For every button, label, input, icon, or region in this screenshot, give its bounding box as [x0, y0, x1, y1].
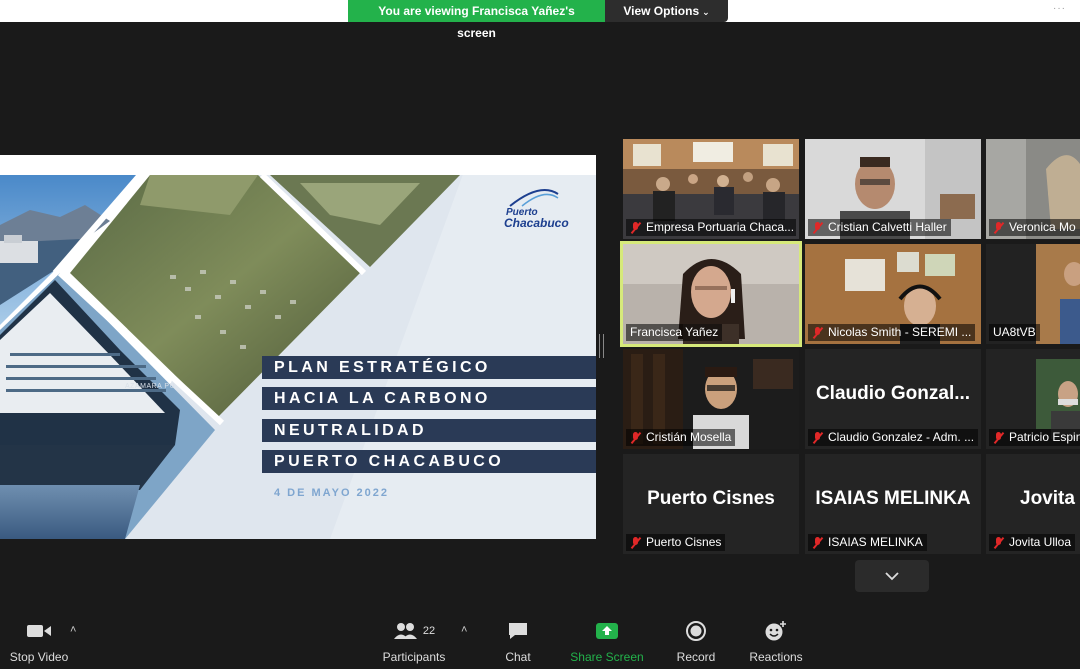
participant-tile-active-speaker[interactable]: Francisca Yañez	[620, 241, 802, 347]
mic-muted-icon	[630, 431, 641, 444]
participants-options-chevron-up-icon[interactable]: ˄	[461, 624, 467, 636]
slide-title-line-1: PLAN ESTRATÉGICO	[262, 356, 596, 379]
stop-video-label: Stop Video	[9, 650, 69, 664]
participant-name: Jovita Ulloa	[989, 534, 1076, 551]
participant-tile[interactable]: Puerto Cisnes Puerto Cisnes	[623, 454, 799, 554]
participant-tile[interactable]: Cristián Mosella	[623, 349, 799, 449]
participant-display-name: Jovita	[1020, 488, 1075, 509]
reactions-label: Reactions	[749, 650, 803, 664]
mic-muted-icon	[993, 431, 1004, 444]
participants-label: Participants	[382, 650, 446, 664]
participants-button[interactable]: 22 Participants	[378, 618, 450, 669]
screen-share-banner: You are viewing Francisca Yañez's screen…	[348, 0, 728, 40]
chat-button[interactable]: Chat	[496, 618, 540, 669]
participant-display-name: Puerto Cisnes	[647, 488, 775, 509]
participant-name: UA8tVB	[989, 324, 1040, 341]
share-screen-label: Share Screen	[570, 650, 644, 664]
mic-muted-icon	[812, 221, 823, 234]
participant-name: Puerto Cisnes	[626, 534, 726, 551]
participant-tile[interactable]: Claudio Gonzal... Claudio Gonzalez - Adm…	[805, 349, 981, 449]
chat-label: Chat	[505, 650, 531, 664]
record-button[interactable]: Record	[672, 618, 720, 669]
participant-name: ISAIAS MELINKA	[808, 534, 927, 551]
reactions-icon	[746, 618, 806, 644]
participant-name: Cristián Mosella	[626, 429, 736, 446]
record-icon	[672, 618, 720, 644]
mic-muted-icon	[812, 536, 823, 549]
participant-tile[interactable]: Veronica Mo	[986, 139, 1080, 239]
ship-name-text: AZAMARA PU	[125, 383, 176, 390]
participants-count: 22	[422, 625, 436, 637]
slide-title-line-2: HACIA LA CARBONO	[262, 387, 596, 410]
more-options-icon[interactable]: ···	[1053, 3, 1066, 14]
top-bar: You are viewing Francisca Yañez's screen…	[0, 0, 1080, 40]
participant-display-name: Claudio Gonzal...	[815, 383, 971, 404]
participant-name: Nicolas Smith - SEREMI ...	[808, 324, 976, 341]
participants-icon: 22	[378, 618, 450, 644]
slide-date: 4 DE MAYO 2022	[274, 487, 390, 499]
participant-tile[interactable]: Cristian Calvetti Haller	[805, 139, 981, 239]
chevron-down-icon: ⌄	[702, 7, 710, 17]
participant-name: Francisca Yañez	[626, 324, 723, 341]
logo-text-chacabuco: Chacabuco	[504, 216, 569, 230]
mic-muted-icon	[630, 536, 641, 549]
video-camera-icon	[6, 618, 72, 644]
viewing-screen-notice: You are viewing Francisca Yañez's screen	[348, 0, 605, 40]
participant-name: Empresa Portuaria Chaca...	[626, 219, 796, 236]
chat-icon	[496, 618, 540, 644]
mic-muted-icon	[993, 221, 1004, 234]
video-options-chevron-up-icon[interactable]: ˄	[70, 624, 76, 636]
split-resize-handle[interactable]	[599, 334, 604, 358]
participant-display-name: ISAIAS MELINKA	[815, 488, 971, 509]
mic-muted-icon	[812, 326, 823, 339]
participant-tile[interactable]: Patricio Espin	[986, 349, 1080, 449]
slide-title-line-3: NEUTRALIDAD	[262, 419, 596, 442]
participant-tile[interactable]: UA8tVB	[986, 244, 1080, 344]
participant-name: Patricio Espin	[989, 429, 1080, 446]
chevron-down-icon	[885, 572, 899, 581]
stop-video-button[interactable]: Stop Video	[6, 618, 72, 669]
participant-tile[interactable]: ISAIAS MELINKA ISAIAS MELINKA	[805, 454, 981, 554]
zoom-meeting-window: You are viewing Francisca Yañez's screen…	[0, 0, 1080, 669]
participant-name: Claudio Gonzalez - Adm. ...	[808, 429, 978, 446]
share-screen-icon	[568, 618, 646, 644]
slide-title-line-4: PUERTO CHACABUCO	[262, 450, 596, 473]
participant-tile[interactable]: Jovita Jovita Ulloa	[986, 454, 1080, 554]
participant-tile[interactable]: Nicolas Smith - SEREMI ...	[805, 244, 981, 344]
participant-name: Cristian Calvetti Haller	[808, 219, 951, 236]
mic-muted-icon	[630, 221, 641, 234]
mic-muted-icon	[812, 431, 823, 444]
view-options-button[interactable]: View Options ⌄	[605, 0, 728, 22]
reactions-button[interactable]: Reactions	[746, 618, 806, 669]
gallery-next-page-button[interactable]	[855, 560, 929, 592]
share-screen-button[interactable]: Share Screen	[568, 618, 646, 669]
participant-name: Veronica Mo	[989, 219, 1080, 236]
record-label: Record	[676, 650, 716, 664]
mic-muted-icon	[993, 536, 1004, 549]
meeting-toolbar: Stop Video ˄ 22 Participants ˄ Chat Shar…	[0, 618, 1080, 669]
participant-tile[interactable]: Empresa Portuaria Chaca...	[623, 139, 799, 239]
view-options-label: View Options	[623, 4, 700, 18]
